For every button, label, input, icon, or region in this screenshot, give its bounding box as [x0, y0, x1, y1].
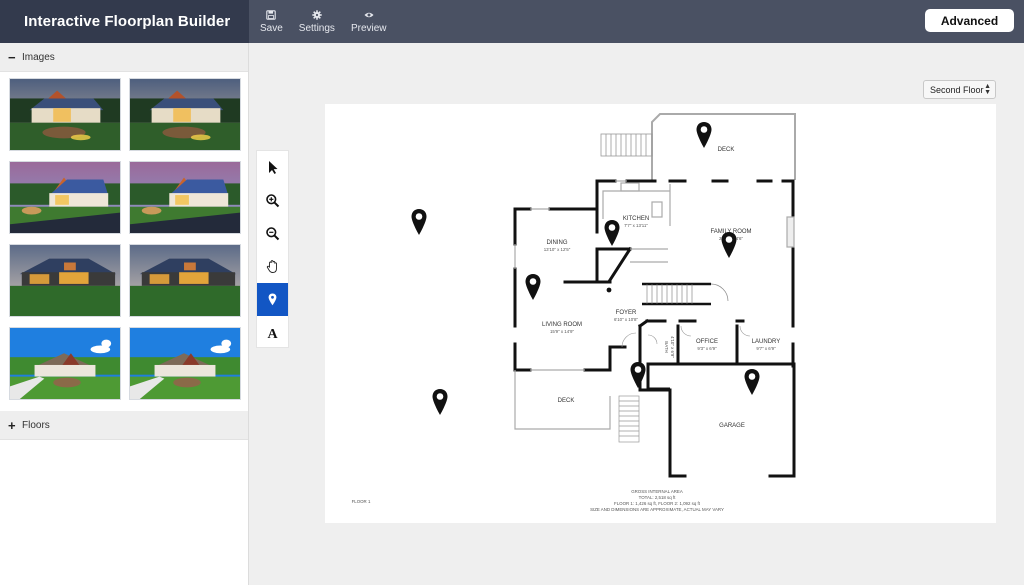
map-pin-marker[interactable] — [629, 361, 647, 389]
map-pin-marker[interactable] — [720, 231, 738, 259]
pan-tool[interactable] — [257, 250, 288, 283]
images-section-toggle[interactable]: − Images — [0, 43, 248, 72]
zoom-out-tool[interactable] — [257, 217, 288, 250]
garage-walls — [646, 364, 672, 476]
room-label: LIVING ROOM — [542, 322, 582, 328]
image-thumbnail[interactable] — [129, 78, 241, 151]
room-dims: 4'10" x 6'9" — [670, 336, 675, 358]
map-pin-marker[interactable] — [524, 273, 542, 301]
floors-section-toggle[interactable]: + Floors — [0, 411, 248, 440]
room-label: KITCHEN — [623, 216, 649, 222]
room-dims: 15'9" x 14'9" — [550, 329, 575, 334]
hand-icon — [266, 260, 277, 273]
image-thumbnail[interactable] — [129, 161, 241, 234]
settings-label: Settings — [298, 22, 335, 34]
area-note: TOTAL: 2,518 sq ft — [639, 495, 676, 500]
settings-button[interactable]: Settings — [291, 0, 343, 43]
room-label: GARAGE — [719, 423, 745, 429]
area-note: GROSS INTERNAL AREA — [631, 489, 683, 494]
foyer-stairs — [642, 282, 729, 306]
house-photo-dusk-icon — [130, 79, 240, 150]
floor-label: FLOOR 1 — [352, 499, 371, 504]
image-thumbnail[interactable] — [129, 327, 241, 400]
save-button[interactable]: Save — [252, 0, 291, 43]
image-thumbnail[interactable] — [9, 78, 121, 151]
sidebar: − Images + Floors — [0, 43, 249, 585]
select-tool[interactable] — [257, 151, 288, 184]
text-icon: A — [267, 327, 278, 340]
room-label: LAUNDRY — [752, 339, 781, 345]
image-thumbnail[interactable] — [129, 244, 241, 317]
house-photo-dusk-icon — [10, 79, 120, 150]
map-pin-marker[interactable] — [743, 368, 761, 396]
map-pin-marker[interactable] — [431, 388, 449, 416]
map-pin-marker[interactable] — [695, 121, 713, 149]
floorplan-drawing: DECK KITCHEN 7'7" x 13'11" FAMILY ROOM 2… — [352, 113, 796, 512]
image-thumbnail[interactable] — [9, 244, 121, 317]
lower-deck-stairs — [618, 395, 640, 443]
top-toolbar: Save Settings Preview — [252, 0, 395, 43]
room-label: FOYER — [616, 310, 637, 316]
room-dims: 13'10" x 12'5" — [544, 247, 571, 252]
room-label: DECK — [558, 398, 575, 404]
collapse-icon: − — [8, 49, 16, 65]
text-tool[interactable]: A — [257, 316, 288, 349]
house-photo-rear-icon — [130, 245, 240, 316]
zoom-in-icon — [266, 194, 280, 208]
house-photo-twilight-icon — [130, 162, 240, 233]
room-label: BATH — [664, 341, 669, 352]
area-note: FLOOR 1: 1,426 sq ft, FLOOR 2: 1,092 sq … — [614, 501, 701, 506]
floors-section-label: Floors — [22, 419, 50, 431]
app-header: Interactive Floorplan Builder Save Setti… — [0, 0, 1024, 43]
preview-label: Preview — [350, 22, 387, 34]
map-pin-marker[interactable] — [603, 219, 621, 247]
house-photo-day-icon — [130, 328, 240, 399]
room-label: DINING — [547, 240, 568, 246]
image-thumbnail[interactable] — [9, 327, 121, 400]
floppy-disk-icon — [266, 9, 277, 20]
room-label: DECK — [718, 147, 735, 153]
eye-icon — [364, 12, 374, 17]
room-label: OFFICE — [696, 339, 718, 345]
zoom-out-icon — [266, 227, 280, 241]
house-photo-day-icon — [10, 328, 120, 399]
expand-icon: + — [8, 417, 16, 433]
gear-icon — [312, 9, 322, 20]
room-dims: 7'7" x 13'11" — [624, 223, 648, 228]
house-photo-rear-icon — [10, 245, 120, 316]
images-section-label: Images — [22, 51, 55, 63]
house-photo-twilight-icon — [10, 162, 120, 233]
area-note: SIZE AND DIMENSIONS ARE APPROXIMATE, ACT… — [590, 507, 724, 512]
room-dims: 6'10" x 10'8" — [614, 317, 639, 322]
upper-deck-stairs — [600, 133, 653, 157]
tool-palette: A — [256, 150, 289, 348]
advanced-button[interactable]: Advanced — [925, 9, 1014, 32]
zoom-in-tool[interactable] — [257, 184, 288, 217]
images-grid — [0, 72, 248, 406]
svg-text:A: A — [267, 327, 278, 340]
floor-selector-value: Second Floor — [930, 84, 984, 95]
map-pin-marker[interactable] — [410, 208, 428, 236]
cursor-arrow-icon — [269, 161, 278, 174]
floor-selector[interactable]: Second Floor ▲ ▼ — [923, 80, 996, 99]
image-thumbnail[interactable] — [9, 161, 121, 234]
room-dims: 9'7" x 6'9" — [756, 346, 776, 351]
select-arrows-icon: ▲ ▼ — [984, 83, 991, 96]
pin-tool[interactable] — [257, 283, 288, 316]
floorplan-canvas[interactable]: DECK KITCHEN 7'7" x 13'11" FAMILY ROOM 2… — [325, 104, 996, 523]
save-label: Save — [260, 22, 283, 34]
foyer-column — [606, 287, 612, 293]
preview-button[interactable]: Preview — [343, 0, 395, 43]
room-dims: 9'3" x 6'9" — [697, 346, 717, 351]
map-pin-icon — [268, 293, 277, 306]
brand-area: Interactive Floorplan Builder — [0, 0, 249, 43]
app-title: Interactive Floorplan Builder — [24, 13, 231, 30]
